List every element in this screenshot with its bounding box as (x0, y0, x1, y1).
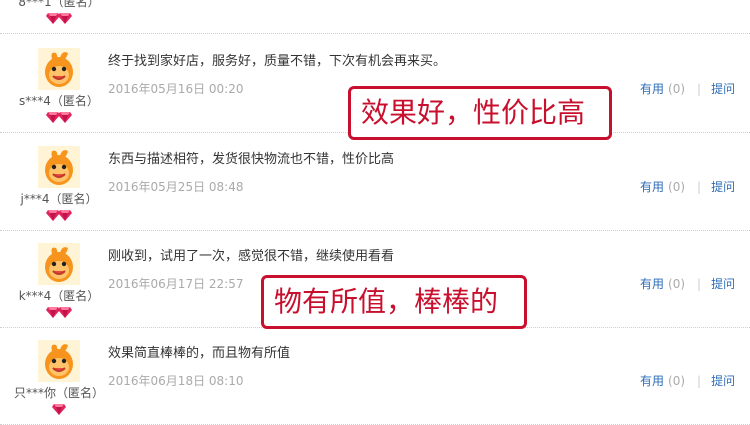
useful-count: (0) (668, 180, 686, 194)
review-item: 8***1（匿名） (0, 0, 750, 34)
review-username: s***4（匿名） (19, 94, 99, 108)
useful-count: (0) (668, 82, 686, 96)
callout-annotation: 效果好，性价比高 (348, 86, 612, 140)
ask-link[interactable]: 提问 (711, 180, 735, 194)
review-actions: 有用 (0) | 提问 (640, 275, 735, 292)
review-date: 2016年06月18日 08:10 (108, 374, 244, 388)
divider: | (697, 277, 702, 291)
review-actions: 有用 (0) | 提问 (640, 80, 735, 97)
rating-gems (0, 304, 118, 318)
useful-count: (0) (668, 277, 686, 291)
rating-gems (0, 109, 118, 123)
review-list: 8***1（匿名） s***4（匿名） 终于找到家好店，服务好，质量不错，下次有… (0, 0, 750, 425)
rating-gems (0, 207, 118, 221)
useful-link[interactable]: 有用 (640, 180, 664, 194)
gem-icon (58, 111, 72, 124)
review-item: 只***你（匿名） 效果简直棒棒的，而且物有所值 2016年06月18日 08:… (0, 329, 750, 425)
review-content: 刚收到，试用了一次，感觉很不错，继续使用看看 (108, 249, 395, 264)
ask-link[interactable]: 提问 (711, 277, 735, 291)
callout-annotation: 物有所值，棒棒的 (261, 275, 527, 329)
divider: | (697, 82, 702, 96)
useful-link[interactable]: 有用 (640, 277, 664, 291)
review-item: j***4（匿名） 东西与描述相符，发货很快物流也不错，性价比高 2016年05… (0, 135, 750, 231)
avatar-icon (38, 48, 80, 90)
review-username: 只***你（匿名） (13, 386, 104, 400)
gem-icon (58, 12, 72, 25)
avatar-icon (38, 146, 80, 188)
review-username: 8***1（匿名） (18, 0, 100, 9)
divider: | (697, 180, 702, 194)
gem-icon (52, 403, 66, 416)
useful-count: (0) (668, 374, 686, 388)
ask-link[interactable]: 提问 (711, 374, 735, 388)
review-date: 2016年05月25日 08:48 (108, 180, 244, 194)
review-content: 效果简直棒棒的，而且物有所值 (108, 346, 291, 361)
useful-link[interactable]: 有用 (640, 374, 664, 388)
review-date: 2016年06月17日 22:57 (108, 277, 244, 291)
ask-link[interactable]: 提问 (711, 82, 735, 96)
review-content: 东西与描述相符，发货很快物流也不错，性价比高 (108, 152, 395, 167)
review-content: 终于找到家好店，服务好，质量不错，下次有机会再来买。 (108, 54, 447, 69)
avatar-icon (38, 340, 80, 382)
review-username: j***4（匿名） (20, 192, 98, 206)
review-username: k***4（匿名） (18, 289, 100, 303)
review-actions: 有用 (0) | 提问 (640, 372, 735, 389)
rating-gems (0, 10, 118, 24)
gem-icon (58, 306, 72, 319)
rating-gems (0, 401, 118, 415)
avatar-icon (38, 243, 80, 285)
review-date: 2016年05月16日 00:20 (108, 82, 244, 96)
useful-link[interactable]: 有用 (640, 82, 664, 96)
gem-icon (58, 209, 72, 222)
divider: | (697, 374, 702, 388)
review-actions: 有用 (0) | 提问 (640, 178, 735, 195)
